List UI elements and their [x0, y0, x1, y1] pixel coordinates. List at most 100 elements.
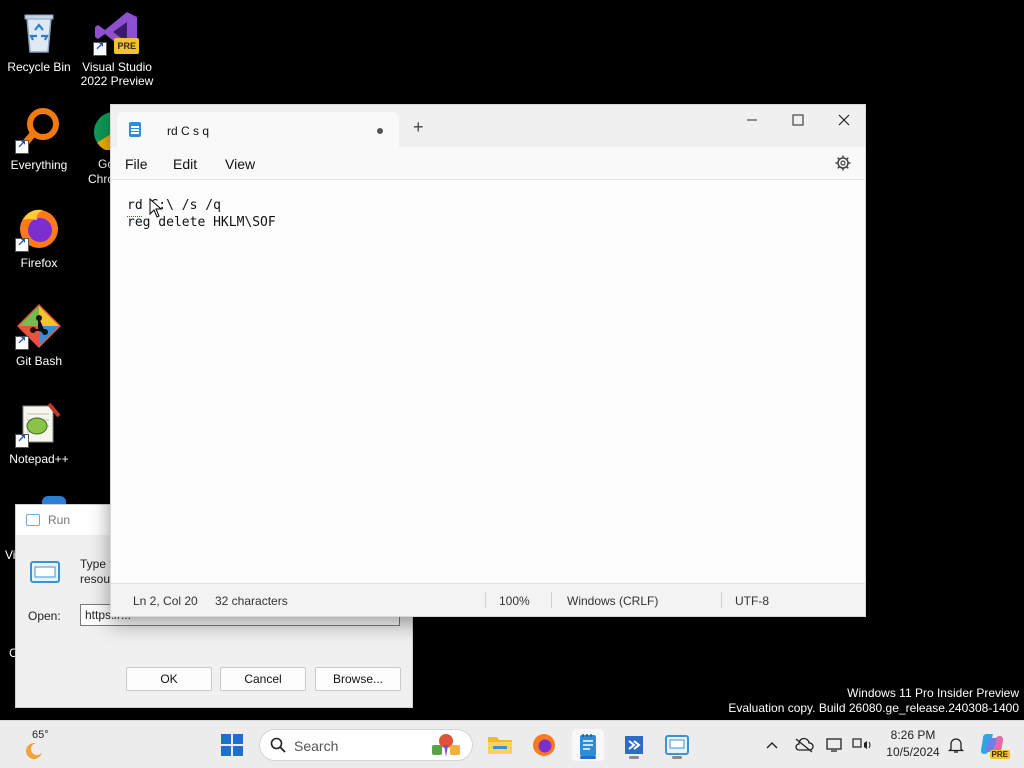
search-highlight-icon	[432, 734, 460, 757]
status-zoom[interactable]: 100%	[499, 594, 530, 608]
running-app-indicator	[672, 756, 682, 759]
run-dialog-title: Run	[48, 513, 71, 527]
taskbar-visual-studio-installer[interactable]	[618, 729, 650, 761]
visual-studio-installer-icon	[625, 736, 643, 754]
ok-button[interactable]: OK	[126, 667, 212, 691]
desktop-icon-everything[interactable]: Everything	[1, 106, 77, 172]
onedrive-status-button[interactable]	[788, 729, 820, 761]
git-bash-icon	[15, 302, 63, 350]
status-divider	[485, 592, 486, 608]
status-line-ending[interactable]: Windows (CRLF)	[567, 594, 658, 608]
run-icon	[665, 735, 689, 755]
taskbar-firefox[interactable]	[528, 729, 560, 761]
clock-date: 10/5/2024	[886, 745, 940, 759]
search-icon	[270, 737, 286, 753]
firefox-icon	[533, 734, 555, 756]
status-characters: 32 characters	[215, 594, 288, 608]
chrome-icon	[94, 112, 110, 150]
network-volume-button[interactable]	[846, 729, 878, 761]
desktop-icon-label: Visual Studio 2022 Preview	[80, 60, 154, 88]
menu-view[interactable]: View	[225, 156, 255, 172]
weather-temperature: 65°	[32, 729, 49, 741]
desktop-icon-label: Everything	[10, 158, 68, 172]
pre-badge: PRE	[114, 38, 139, 54]
notepad-icon	[129, 122, 141, 137]
desktop-icon-label: Notepad++	[9, 452, 69, 466]
show-hidden-icons-button[interactable]	[756, 729, 788, 761]
tab-title: rd C s q	[167, 124, 210, 138]
desktop-icon-firefox[interactable]: Firefox	[1, 204, 77, 270]
browse-button[interactable]: Browse...	[315, 667, 401, 691]
desktop-icon-git-bash[interactable]: Git Bash	[1, 302, 77, 368]
windows-logo-icon	[221, 734, 243, 756]
status-bar: Ln 2, Col 20 32 characters 100% Windows …	[111, 583, 865, 616]
notepad-titlebar[interactable]: rd C s q +	[111, 105, 865, 147]
maximize-button[interactable]	[775, 105, 821, 135]
taskbar-clock[interactable]: 8:26 PM 10/5/2024	[878, 727, 948, 761]
search-placeholder: Search	[294, 738, 339, 754]
notepad-window: rd C s q + File Edit View rd C:\ /s /q r…	[110, 104, 866, 617]
active-app-indicator	[580, 756, 596, 759]
notepad-icon	[580, 734, 596, 756]
desktop-icon-label-partial: Vi	[5, 548, 16, 562]
minimize-button[interactable]	[729, 105, 775, 135]
cloud-offline-icon	[795, 737, 814, 753]
status-divider	[551, 592, 552, 608]
network-volume-icon	[852, 738, 871, 749]
run-description-line: resou	[80, 572, 111, 586]
notepad-plus-plus-icon	[15, 400, 63, 448]
mouse-cursor-icon	[149, 197, 163, 223]
bell-icon	[948, 738, 964, 753]
weather-widget[interactable]: 65°	[18, 729, 58, 761]
run-large-icon	[30, 561, 60, 588]
shortcut-arrow-icon	[15, 334, 29, 350]
notepad-tab[interactable]: rd C s q	[117, 112, 399, 147]
desktop-icon-notepad-plus-plus[interactable]: Notepad++	[1, 400, 77, 466]
desktop-icon-partial[interactable]	[42, 496, 66, 504]
taskbar: 65° Search 8:26 PM 10/5/2024 PRE	[0, 720, 1024, 768]
shortcut-arrow-icon	[15, 236, 29, 252]
close-icon	[838, 114, 850, 126]
start-button[interactable]	[216, 729, 248, 761]
file-explorer-icon	[488, 737, 512, 754]
running-app-indicator	[629, 756, 639, 759]
desktop-icon-visual-studio[interactable]: PRE Visual Studio 2022 Preview	[79, 8, 155, 88]
desktop-icon-chrome-partial[interactable]	[94, 112, 110, 150]
text-editor[interactable]: rd C:\ /s /q reg delete HKLM\SOF	[111, 179, 865, 586]
menu-bar: File Edit View	[111, 147, 865, 179]
visual-studio-icon: PRE	[93, 8, 141, 56]
taskbar-run[interactable]	[661, 729, 693, 761]
maximize-icon	[792, 114, 804, 126]
evaluation-watermark-line: Evaluation copy. Build 26080.ge_release.…	[728, 701, 1019, 715]
settings-button[interactable]	[835, 155, 851, 176]
editor-line: rd C:\ /s /q	[127, 198, 221, 213]
new-tab-button[interactable]: +	[413, 118, 424, 136]
minimize-icon	[747, 119, 757, 121]
shortcut-arrow-icon	[15, 138, 29, 154]
cancel-button[interactable]: Cancel	[220, 667, 306, 691]
taskbar-notepad[interactable]	[572, 729, 604, 761]
unsaved-dot-icon[interactable]	[377, 128, 383, 134]
desktop-icon-recycle-bin[interactable]: Recycle Bin	[1, 8, 77, 74]
pre-badge: PRE	[989, 750, 1010, 759]
copilot-button[interactable]: PRE	[976, 729, 1010, 761]
clock-time: 8:26 PM	[890, 728, 936, 742]
display-icon	[826, 738, 842, 752]
recycle-bin-icon	[15, 8, 63, 56]
desktop-icon-label: Firefox	[20, 256, 58, 270]
gear-icon	[835, 155, 851, 171]
menu-edit[interactable]: Edit	[173, 156, 197, 172]
status-position: Ln 2, Col 20	[133, 594, 198, 608]
notifications-button[interactable]	[940, 729, 972, 761]
close-button[interactable]	[821, 105, 867, 135]
menu-file[interactable]: File	[125, 156, 148, 172]
desktop-icon-label: Recycle Bin	[7, 60, 71, 74]
shortcut-arrow-icon	[15, 432, 29, 448]
run-description: Type t resou	[80, 557, 113, 587]
desktop-icon-label: Git Bash	[15, 354, 63, 368]
status-encoding[interactable]: UTF-8	[735, 594, 769, 608]
shortcut-arrow-icon	[93, 40, 107, 56]
taskbar-search[interactable]: Search	[259, 729, 473, 761]
chevron-up-icon	[766, 742, 778, 749]
taskbar-file-explorer[interactable]	[484, 729, 516, 761]
